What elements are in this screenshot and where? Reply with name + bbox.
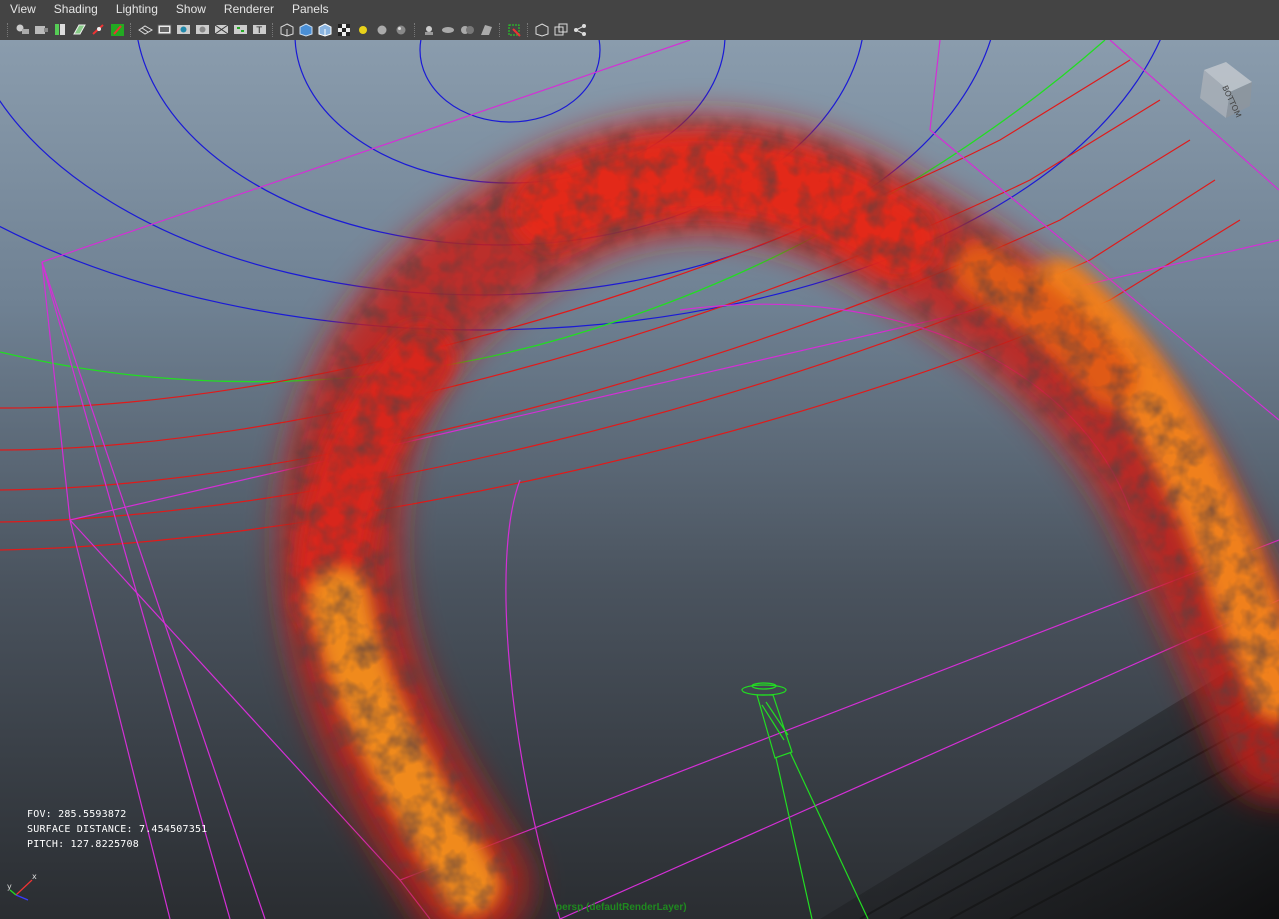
render-layer-label: persp (defaultRenderLayer)	[556, 902, 687, 913]
toolbar-separator	[130, 22, 133, 37]
wireframe-on-shaded-icon[interactable]	[317, 21, 334, 38]
field-chart-icon[interactable]	[213, 21, 230, 38]
textured-icon[interactable]	[336, 21, 353, 38]
axis-y-label: y	[7, 882, 12, 891]
isolate-select-icon[interactable]	[506, 21, 523, 38]
motion-blur-icon[interactable]	[421, 21, 438, 38]
menu-panels[interactable]: Panels	[283, 0, 338, 19]
toolbar-separator	[527, 22, 530, 37]
toolbar-separator	[272, 22, 275, 37]
scene-render	[0, 40, 1279, 919]
xray-joints-icon[interactable]	[553, 21, 570, 38]
svg-text:T: T	[256, 26, 263, 36]
select-camera-icon[interactable]	[14, 21, 31, 38]
hud-readout: FOV: 285.5593872 SURFACE DISTANCE: 7.454…	[27, 807, 207, 852]
axis-gizmo: x y	[7, 872, 37, 901]
resolution-gate-icon[interactable]	[175, 21, 192, 38]
bookmarks-icon[interactable]	[52, 21, 69, 38]
menu-renderer[interactable]: Renderer	[215, 0, 283, 19]
menu-bar: View Shading Lighting Show Renderer Pane…	[0, 0, 1279, 19]
camera-attributes-icon[interactable]	[33, 21, 50, 38]
toolbar-separator	[7, 22, 10, 37]
screen-space-ao-icon[interactable]	[393, 21, 410, 38]
menu-view[interactable]: View	[0, 0, 45, 19]
grease-pencil-icon[interactable]	[109, 21, 126, 38]
use-all-lights-icon[interactable]	[355, 21, 372, 38]
grid-icon[interactable]	[137, 21, 154, 38]
anti-aliasing-icon[interactable]	[440, 21, 457, 38]
menu-show[interactable]: Show	[167, 0, 215, 19]
menu-shading[interactable]: Shading	[45, 0, 107, 19]
gate-mask-icon[interactable]	[194, 21, 211, 38]
toolbar-separator	[414, 22, 417, 37]
2d-pan-zoom-icon[interactable]	[90, 21, 107, 38]
fire-simulation	[250, 80, 1279, 919]
wireframe-icon[interactable]	[279, 21, 296, 38]
shadows-icon[interactable]	[374, 21, 391, 38]
xray-components-icon[interactable]	[572, 21, 589, 38]
hud-surface-distance: SURFACE DISTANCE: 7.454507351	[27, 824, 208, 835]
hardware-fog-icon[interactable]	[478, 21, 495, 38]
hud-fov: FOV: 285.5593872	[27, 809, 127, 820]
view-cube[interactable]: BOTTOM	[1196, 60, 1258, 122]
image-plane-icon[interactable]	[71, 21, 88, 38]
safe-title-icon[interactable]	[232, 21, 249, 38]
depth-of-field-icon[interactable]	[459, 21, 476, 38]
film-gate-icon[interactable]	[156, 21, 173, 38]
3d-viewport[interactable]: BOTTOM FOV: 285.5593872 SURFACE DISTANCE…	[0, 40, 1279, 919]
smooth-shade-icon[interactable]	[298, 21, 315, 38]
safe-action-icon[interactable]: T	[251, 21, 268, 38]
toolbar-separator	[499, 22, 502, 37]
menu-lighting[interactable]: Lighting	[107, 0, 167, 19]
xray-icon[interactable]	[534, 21, 551, 38]
hud-pitch: PITCH: 127.8225708	[27, 839, 139, 850]
panel-toolbar: T	[0, 19, 1279, 40]
axis-x-label: x	[32, 872, 37, 881]
